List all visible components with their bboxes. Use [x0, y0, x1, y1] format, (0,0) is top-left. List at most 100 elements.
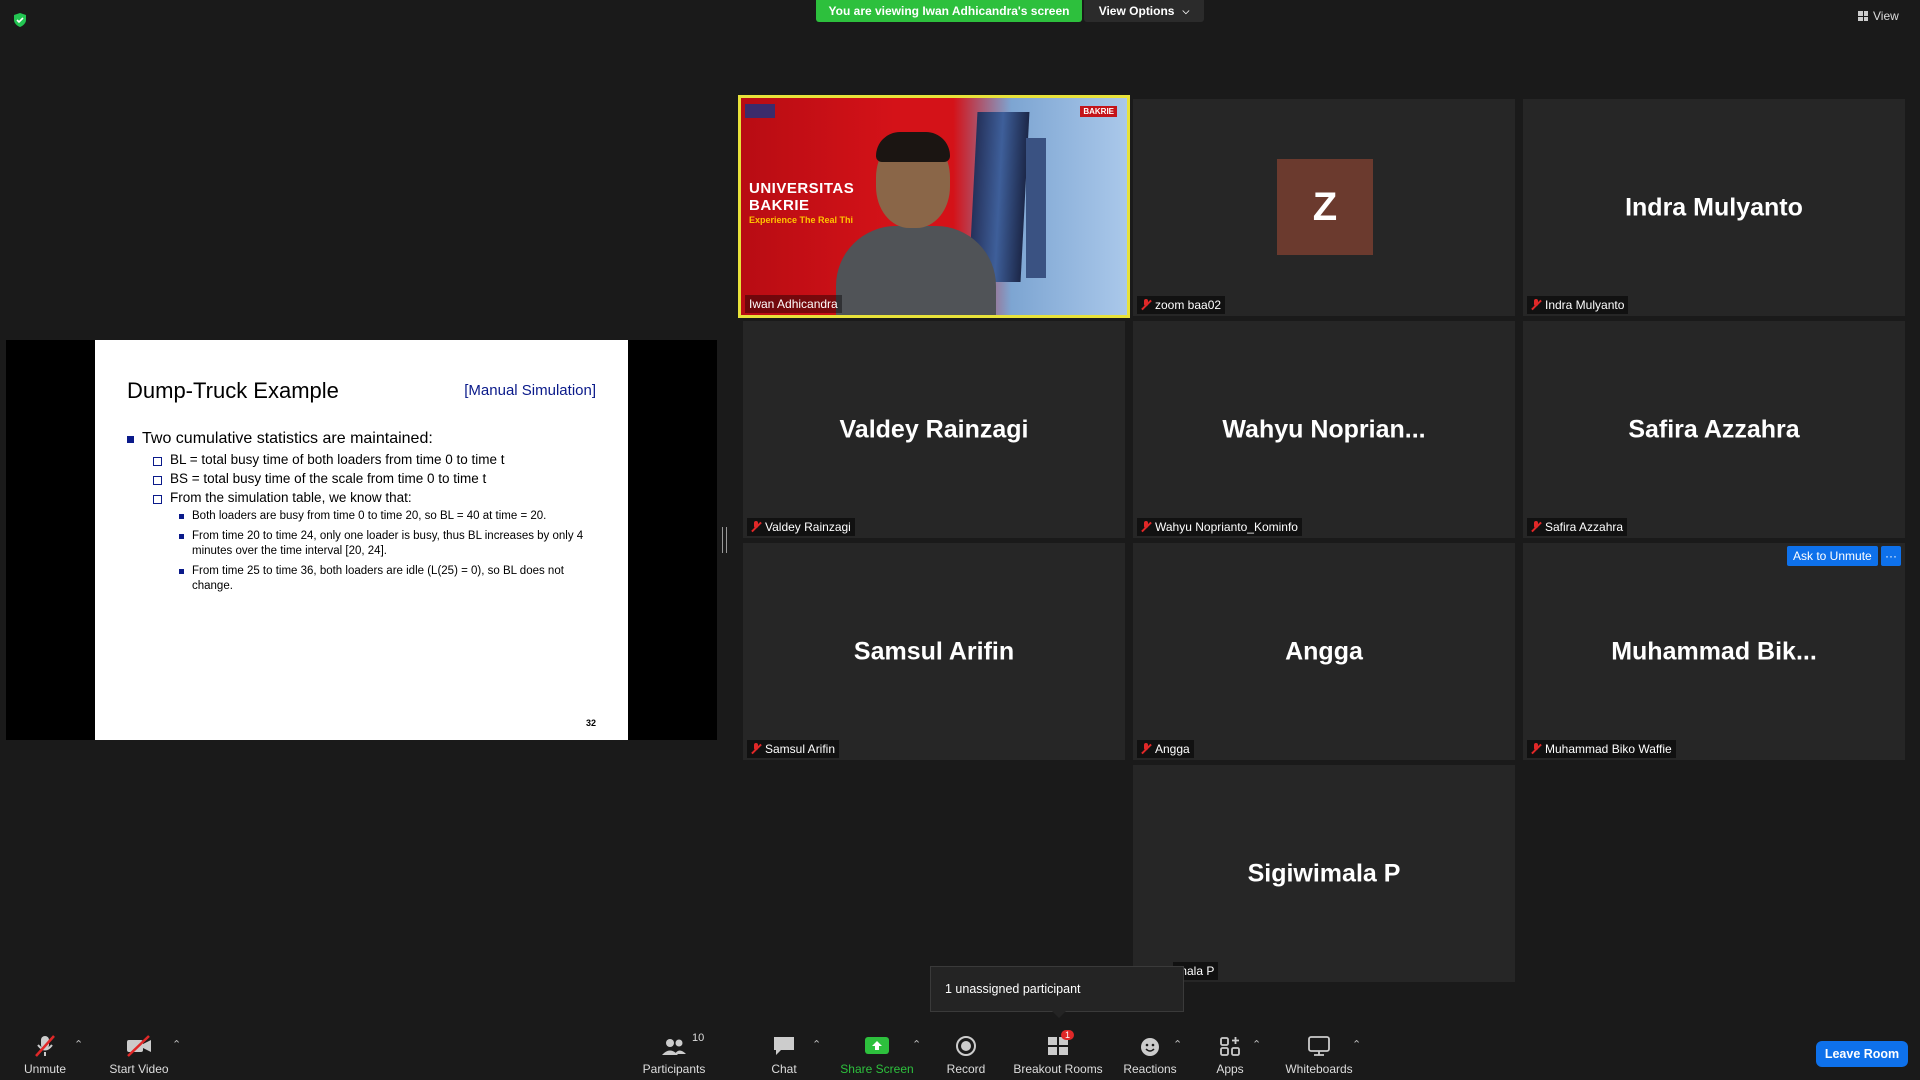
share-screen-label: Share Screen	[840, 1062, 914, 1076]
chat-options-caret[interactable]: ⌃	[812, 1038, 821, 1051]
microphone-muted-icon	[31, 1034, 59, 1058]
participant-name: Safira Azzahra	[1545, 520, 1624, 534]
mic-muted-icon	[1141, 299, 1151, 311]
avatar: Z	[1277, 159, 1373, 255]
mic-muted-icon	[1141, 521, 1151, 533]
video-tile[interactable]: Sigiwimala P mala P	[1133, 765, 1515, 982]
uni-line1: UNIVERSITAS	[749, 180, 855, 197]
participant-display-name: Indra Mulyanto	[1625, 193, 1803, 221]
participant-name-label: Valdey Rainzagi	[747, 518, 855, 536]
slide-page-number: 32	[585, 718, 596, 728]
participant-name-label: Samsul Arifin	[747, 740, 840, 758]
more-options-button[interactable]: ···	[1881, 546, 1901, 566]
participant-display-name: Samsul Arifin	[853, 637, 1015, 665]
participants-icon: 10	[660, 1032, 704, 1058]
record-icon	[952, 1034, 980, 1058]
leave-room-button[interactable]: Leave Room	[1816, 1041, 1908, 1067]
participant-name-label: Iwan Adhicandra	[745, 295, 842, 313]
chat-label: Chat	[771, 1062, 797, 1076]
slide-tag: [Manual Simulation]	[464, 382, 596, 399]
video-tile[interactable]: Z zoom baa02	[1133, 99, 1515, 316]
video-tile[interactable]: Muhammad Bik... Muhammad Biko Waffie	[1523, 543, 1905, 760]
reactions-options-caret[interactable]: ⌃	[1173, 1038, 1182, 1051]
reactions-label: Reactions	[1123, 1062, 1177, 1076]
point-text: From time 20 to time 24, only one loader…	[192, 529, 584, 557]
slide-subbullet: From the simulation table, we know that:	[153, 490, 597, 505]
video-tile[interactable]: Indra Mulyanto Indra Mulyanto	[1523, 99, 1905, 316]
ask-to-unmute-button[interactable]: Ask to Unmute	[1787, 546, 1878, 566]
participant-display-name: Safira Azzahra	[1628, 415, 1800, 443]
slide-point: From time 20 to time 24, only one loader…	[179, 529, 597, 559]
whiteboards-label: Whiteboards	[1285, 1062, 1353, 1076]
participants-label: Participants	[642, 1062, 706, 1076]
bullet-text: Two cumulative statistics are maintained…	[142, 430, 433, 447]
speaker-hair	[876, 132, 950, 162]
university-logo: BAKRIE	[1080, 106, 1117, 117]
video-tile[interactable]: Wahyu Noprian... Wahyu Noprianto_Kominfo	[1133, 321, 1515, 538]
view-button[interactable]: View	[1858, 6, 1914, 26]
participant-name: Indra Mulyanto	[1545, 298, 1625, 312]
video-tile[interactable]: Safira Azzahra Safira Azzahra	[1523, 321, 1905, 538]
video-off-icon	[125, 1034, 153, 1058]
mic-muted-icon	[1141, 743, 1151, 755]
participant-name: zoom baa02	[1155, 298, 1222, 312]
reactions-button[interactable]: Reactions	[1122, 1030, 1178, 1076]
university-banner: UNIVERSITAS BAKRIE Experience The Real T…	[749, 180, 854, 225]
unmute-button[interactable]: Unmute	[14, 1030, 76, 1076]
video-tile-active-speaker[interactable]: BAKRIE UNIVERSITAS BAKRIE Experience The…	[738, 95, 1130, 318]
participant-name-label: Angga	[1137, 740, 1194, 758]
whiteboards-options-caret[interactable]: ⌃	[1352, 1038, 1361, 1051]
slide-bullet: Two cumulative statistics are maintained…	[127, 430, 597, 448]
participants-button[interactable]: 10 Participants	[638, 1030, 710, 1076]
share-options-caret[interactable]: ⌃	[912, 1038, 921, 1051]
participant-name: Iwan Adhicandra	[749, 297, 838, 311]
participant-display-name: Muhammad Bik...	[1611, 637, 1817, 665]
record-button[interactable]: Record	[940, 1030, 992, 1076]
participant-name: Valdey Rainzagi	[765, 520, 851, 534]
apps-button[interactable]: Apps	[1210, 1030, 1250, 1076]
audio-options-caret[interactable]: ⌃	[74, 1038, 83, 1051]
participant-name-label: Indra Mulyanto	[1527, 296, 1629, 314]
mic-muted-icon	[751, 521, 761, 533]
slide-point: Both loaders are busy from time 0 to tim…	[179, 509, 597, 524]
breakout-rooms-button[interactable]: 1 Breakout Rooms	[1012, 1030, 1104, 1076]
video-tile[interactable]: Valdey Rainzagi Valdey Rainzagi	[743, 321, 1125, 538]
slide-body: Two cumulative statistics are maintained…	[127, 430, 597, 599]
participant-display-name: Wahyu Noprian...	[1222, 415, 1426, 443]
logo-left	[745, 104, 775, 118]
background-building	[1026, 138, 1046, 278]
view-label: View	[1873, 9, 1899, 23]
split-view-resize-handle[interactable]	[722, 527, 727, 553]
participant-name: Angga	[1155, 742, 1190, 756]
video-tile[interactable]: Samsul Arifin Samsul Arifin	[743, 543, 1125, 760]
share-screen-button[interactable]: Share Screen	[838, 1030, 916, 1076]
mic-muted-icon	[1531, 299, 1541, 311]
mic-muted-icon	[751, 743, 761, 755]
participant-name: Muhammad Biko Waffie	[1545, 742, 1672, 756]
viewing-screen-banner: You are viewing Iwan Adhicandra's screen	[816, 0, 1082, 22]
video-options-caret[interactable]: ⌃	[172, 1038, 181, 1051]
breakout-tooltip: 1 unassigned participant	[930, 966, 1184, 1012]
start-video-button[interactable]: Start Video	[104, 1030, 174, 1076]
participant-display-name: Angga	[1285, 637, 1363, 665]
participant-name-label: Muhammad Biko Waffie	[1527, 740, 1676, 758]
chevron-down-icon: ⌵	[1182, 5, 1190, 16]
unmute-label: Unmute	[23, 1062, 67, 1076]
uni-tagline: Experience The Real Thi	[749, 214, 854, 225]
view-options-button[interactable]: View Options ⌵	[1084, 0, 1204, 22]
apps-icon	[1216, 1034, 1244, 1058]
subbullet-text: BS = total busy time of the scale from t…	[170, 471, 487, 486]
slide-title: Dump-Truck Example	[127, 378, 339, 403]
mic-muted-icon	[1531, 743, 1541, 755]
apps-options-caret[interactable]: ⌃	[1252, 1038, 1261, 1051]
start-video-label: Start Video	[109, 1062, 169, 1076]
whiteboard-icon	[1305, 1034, 1333, 1058]
participant-display-name: Sigiwimala P	[1247, 859, 1401, 887]
participant-display-name: Valdey Rainzagi	[839, 415, 1029, 443]
whiteboards-button[interactable]: Whiteboards	[1280, 1030, 1358, 1076]
point-text: From time 25 to time 36, both loaders ar…	[192, 564, 564, 592]
chat-button[interactable]: Chat	[762, 1030, 806, 1076]
participant-name: Samsul Arifin	[765, 742, 836, 756]
video-tile[interactable]: Angga Angga	[1133, 543, 1515, 760]
security-shield-icon[interactable]	[12, 12, 28, 28]
